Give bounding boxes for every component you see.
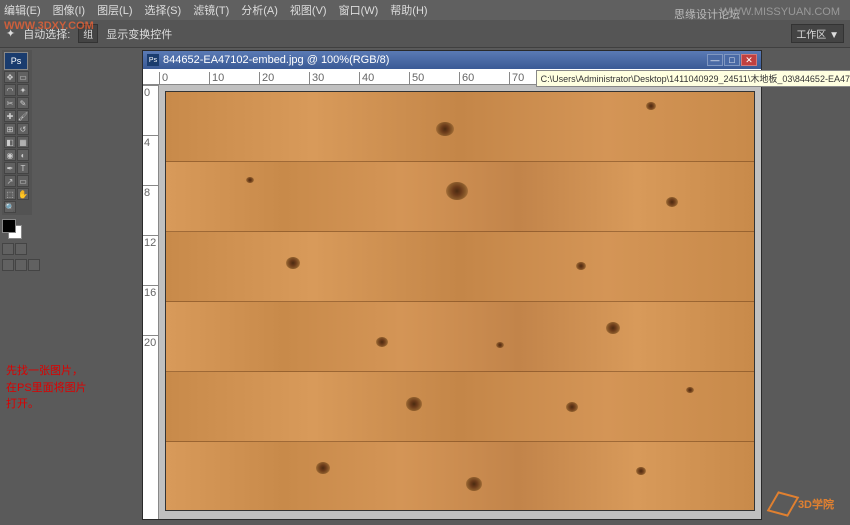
shape-tool[interactable]: ▭ <box>17 175 29 187</box>
toolbox: Ps ✥ ▭ ◠ ✦ ✂ ✎ ✚ 🖌 ⊞ ↺ ◧ ▦ ◉ ◐ ✒ T ↗ ▭ ⬚… <box>2 50 32 215</box>
ps-icon: Ps <box>4 52 28 70</box>
path-tool[interactable]: ↗ <box>4 175 16 187</box>
brush-tool[interactable]: 🖌 <box>17 110 29 122</box>
document-title-text: 844652-EA47102-embed.jpg @ 100%(RGB/8) <box>163 54 389 66</box>
menu-layer[interactable]: 图层(L) <box>97 2 132 18</box>
wand-tool[interactable]: ✦ <box>17 84 29 96</box>
menu-help[interactable]: 帮助(H) <box>390 2 427 18</box>
close-button[interactable]: ✕ <box>741 54 757 66</box>
ps-doc-icon: Ps <box>147 54 159 66</box>
heal-tool[interactable]: ✚ <box>4 110 16 122</box>
screenmode-row <box>2 259 138 271</box>
stamp-tool[interactable]: ⊞ <box>4 123 16 135</box>
lasso-tool[interactable]: ◠ <box>4 84 16 96</box>
eraser-tool[interactable]: ◧ <box>4 136 16 148</box>
quickmask-row <box>2 243 138 255</box>
history-brush-tool[interactable]: ↺ <box>17 123 29 135</box>
options-bar: ✦ 自动选择: 组 显示变换控件 工作区 ▼ <box>0 20 850 48</box>
maximize-button[interactable]: □ <box>724 54 740 66</box>
screen-mode-1[interactable] <box>2 259 14 271</box>
path-tooltip: C:\Users\Administrator\Desktop\141104092… <box>536 70 850 87</box>
dodge-tool[interactable]: ◐ <box>17 149 29 161</box>
ruler-vertical[interactable]: 048121620 <box>143 85 159 519</box>
menu-select[interactable]: 选择(S) <box>145 2 182 18</box>
pen-tool[interactable]: ✒ <box>4 162 16 174</box>
move-tool[interactable]: ✥ <box>4 71 16 83</box>
menu-analysis[interactable]: 分析(A) <box>241 2 278 18</box>
crop-tool[interactable]: ✂ <box>4 97 16 109</box>
menu-image[interactable]: 图像(I) <box>53 2 85 18</box>
watermark-top-left: WWW.3DXY.COM <box>4 20 94 32</box>
menu-view[interactable]: 视图(V) <box>290 2 327 18</box>
canvas-area[interactable] <box>159 85 761 519</box>
watermark-bottom-right: 3D学院 <box>772 493 834 515</box>
marquee-tool[interactable]: ▭ <box>17 71 29 83</box>
document-window: Ps 844652-EA47102-embed.jpg @ 100%(RGB/8… <box>142 50 762 520</box>
workspace-switcher[interactable]: 工作区 ▼ <box>791 24 844 43</box>
eyedropper-tool[interactable]: ✎ <box>17 97 29 109</box>
hand-tool[interactable]: ✋ <box>17 188 29 200</box>
color-swatches[interactable] <box>2 219 28 239</box>
instruction-text: 先找一张图片， 在PS里面将图片 打开。 <box>0 353 140 423</box>
show-transform-checkbox[interactable]: 显示变换控件 <box>106 26 172 42</box>
menu-filter[interactable]: 滤镜(T) <box>193 2 229 18</box>
quickmask-mode[interactable] <box>15 243 27 255</box>
3d-tool[interactable]: ⬚ <box>4 188 16 200</box>
wood-image <box>165 91 755 511</box>
screen-mode-3[interactable] <box>28 259 40 271</box>
menu-edit[interactable]: 编辑(E) <box>4 2 41 18</box>
blur-tool[interactable]: ◉ <box>4 149 16 161</box>
screen-mode-2[interactable] <box>15 259 27 271</box>
document-titlebar[interactable]: Ps 844652-EA47102-embed.jpg @ 100%(RGB/8… <box>143 51 761 69</box>
foreground-color[interactable] <box>2 219 16 233</box>
minimize-button[interactable]: — <box>707 54 723 66</box>
zoom-tool[interactable]: 🔍 <box>4 201 16 213</box>
gradient-tool[interactable]: ▦ <box>17 136 29 148</box>
menu-window[interactable]: 窗口(W) <box>339 2 379 18</box>
cube-icon <box>767 491 800 516</box>
watermark-top-right: WWW.MISSYUAN.COM <box>720 6 840 18</box>
type-tool[interactable]: T <box>17 162 29 174</box>
standard-mode[interactable] <box>2 243 14 255</box>
